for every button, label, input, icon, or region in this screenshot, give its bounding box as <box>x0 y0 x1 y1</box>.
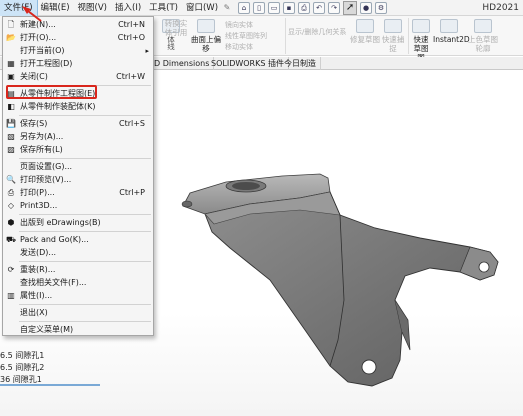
tree-item-hole-1[interactable]: 6.5 间隙孔1 <box>0 350 44 361</box>
menu-item-open-current[interactable]: 打开当前(O) ▸ <box>3 45 153 57</box>
ribbon-partial-2: 线 <box>167 42 175 51</box>
menu-item-close[interactable]: ▣ 关闭(C) Ctrl+W <box>3 71 153 83</box>
menu-item-reload[interactable]: ⟳ 重装(R)... <box>3 264 153 276</box>
shaded-sketch-button[interactable]: 上色草图轮廓 <box>466 19 500 53</box>
menu-separator <box>19 261 151 262</box>
menu-file[interactable]: 文件(F) <box>0 0 38 17</box>
close-doc-icon: ▣ <box>7 72 15 81</box>
app-title: HD2021 <box>482 3 519 13</box>
menu-separator <box>19 304 151 305</box>
menu-item-customize-menu[interactable]: 自定义菜单(M) <box>3 324 153 336</box>
menu-view[interactable]: 视图(V) <box>74 0 111 16</box>
menu-insert[interactable]: 插入(I) <box>111 0 145 16</box>
surface-offset-button[interactable]: 曲面上偏移 <box>190 19 222 53</box>
print3d-icon: ◇ <box>7 201 15 210</box>
ribbon-separator <box>285 18 286 54</box>
menu-item-save[interactable]: 💾 保存(S) Ctrl+S <box>3 118 153 130</box>
rapid-sketch-button[interactable]: 快速草图图 <box>410 19 432 62</box>
print-preview-icon: 🔍 <box>6 175 16 184</box>
drawing-icon: ▦ <box>7 59 15 68</box>
menu-item-save-all[interactable]: ▨ 保存所有(L) <box>3 144 153 156</box>
rapid-sketch-icon <box>412 19 430 33</box>
menu-separator <box>19 115 151 116</box>
tree-item-hole-2[interactable]: 6.5 间隙孔2 <box>0 362 44 373</box>
save-icon[interactable]: ▪ <box>283 1 296 14</box>
rollback-bar[interactable] <box>0 384 100 386</box>
menu-item-open[interactable]: 📂 打开(O)... Ctrl+O <box>3 32 153 44</box>
open-folder-icon: 📂 <box>6 33 16 42</box>
save-as-icon: ▧ <box>7 132 15 141</box>
move-entities-button[interactable]: 移动实体 <box>225 42 253 52</box>
menu-item-print[interactable]: ⎙ 打印(P)... Ctrl+P <box>3 187 153 199</box>
menu-item-publish-edrawings[interactable]: ⬢ 出版到 eDrawings(B) <box>3 217 153 229</box>
tab-solidworks-addins[interactable]: SOLIDWORKS 插件 <box>207 57 289 70</box>
repair-sketch-button[interactable]: 修复草图 <box>350 19 380 44</box>
menu-item-properties[interactable]: ▥ 属性(I)... <box>3 290 153 302</box>
save-all-icon: ▨ <box>7 145 15 154</box>
make-assembly-icon: ◧ <box>7 102 15 111</box>
shaded-sketch-icon <box>474 19 492 33</box>
print-icon: ⎙ <box>7 188 15 197</box>
open-icon[interactable]: ▭ <box>268 1 281 14</box>
mirror-entities-button[interactable]: 镜向实体 <box>225 20 253 30</box>
menu-window[interactable]: 窗口(W) <box>182 0 222 16</box>
reload-icon: ⟳ <box>7 265 15 274</box>
menu-item-print-preview[interactable]: 🔍 打印预览(V)... <box>3 174 153 186</box>
menu-tools[interactable]: 工具(T) <box>145 0 182 16</box>
menu-item-page-setup[interactable]: 页面设置(G)... <box>3 161 153 173</box>
repair-sketch-icon <box>356 19 374 33</box>
menu-bar: 文件(F) 编辑(E) 视图(V) 插入(I) 工具(T) 窗口(W) ✎ ⌂ … <box>0 0 523 17</box>
quick-access-toolbar: ⌂ ▯ ▭ ▪ ⎙ ↶ ↷ ➚ ● ⚙ <box>238 0 388 15</box>
new-icon[interactable]: ▯ <box>253 1 266 14</box>
rebuild-icon[interactable]: ● <box>360 1 373 14</box>
print-icon[interactable]: ⎙ <box>298 1 311 14</box>
tab-mbd-dimensions[interactable]: D Dimensions <box>150 57 215 70</box>
pin-icon[interactable]: ✎ <box>222 3 232 12</box>
home-icon[interactable]: ⌂ <box>238 1 251 14</box>
menu-item-open-drawing[interactable]: ▦ 打开工程图(D) <box>3 58 153 70</box>
solidworks-window: 文件(F) 编辑(E) 视图(V) 插入(I) 工具(T) 窗口(W) ✎ ⌂ … <box>0 0 523 416</box>
properties-icon: ▥ <box>7 291 15 300</box>
submenu-arrow-icon: ▸ <box>145 47 149 55</box>
new-doc-icon: 🗋 <box>7 20 15 29</box>
display-relations-button[interactable]: 显示/删除几何关系 <box>288 27 346 37</box>
edrawings-icon: ⬢ <box>7 218 15 227</box>
menu-item-print3d[interactable]: ◇ Print3D... <box>3 200 153 212</box>
menu-separator <box>19 321 151 322</box>
file-menu-dropdown: 🗋 新建(N)... Ctrl+N 📂 打开(O)... Ctrl+O 打开当前(O) ▸… <box>2 16 154 336</box>
menu-separator <box>19 214 151 215</box>
save-icon: 💾 <box>6 119 16 128</box>
linear-pattern-button[interactable]: 线性草图阵列 <box>225 31 267 41</box>
tab-today-manufacturing[interactable]: 今日制造 <box>280 57 321 70</box>
menu-item-send[interactable]: 发送(D)... <box>3 247 153 259</box>
menu-item-pack-and-go[interactable]: ⛟ Pack and Go(K)... <box>3 234 153 246</box>
redo-icon[interactable]: ↷ <box>328 1 341 14</box>
menu-item-exit[interactable]: 退出(X) <box>3 307 153 319</box>
menu-item-save-as[interactable]: ▧ 另存为(A)... <box>3 131 153 143</box>
menu-edit[interactable]: 编辑(E) <box>37 0 74 16</box>
ribbon-separator <box>408 18 409 54</box>
undo-icon[interactable]: ↶ <box>313 1 326 14</box>
instant2d-button[interactable]: Instant2D <box>433 19 470 44</box>
menu-separator <box>19 158 151 159</box>
quick-snaps-button[interactable]: 快速捕捉 <box>380 19 406 53</box>
quick-snaps-icon <box>384 19 402 33</box>
convert-entities-button[interactable]: 转换实体引用 <box>163 19 189 37</box>
offset-surface-icon <box>197 19 215 33</box>
instant2d-icon <box>440 19 458 33</box>
menu-item-find-references[interactable]: 查找相关文件(F)... <box>3 277 153 289</box>
annotation-highlight-box <box>6 85 97 99</box>
menu-item-make-assembly-from-part[interactable]: ◧ 从零件制作装配体(K) <box>3 101 153 113</box>
menu-separator <box>19 231 151 232</box>
options-icon[interactable]: ⚙ <box>375 1 388 14</box>
pack-and-go-icon: ⛟ <box>6 235 17 244</box>
select-pointer-icon[interactable]: ➚ <box>343 0 358 15</box>
menu-item-new[interactable]: 🗋 新建(N)... Ctrl+N <box>3 19 153 31</box>
